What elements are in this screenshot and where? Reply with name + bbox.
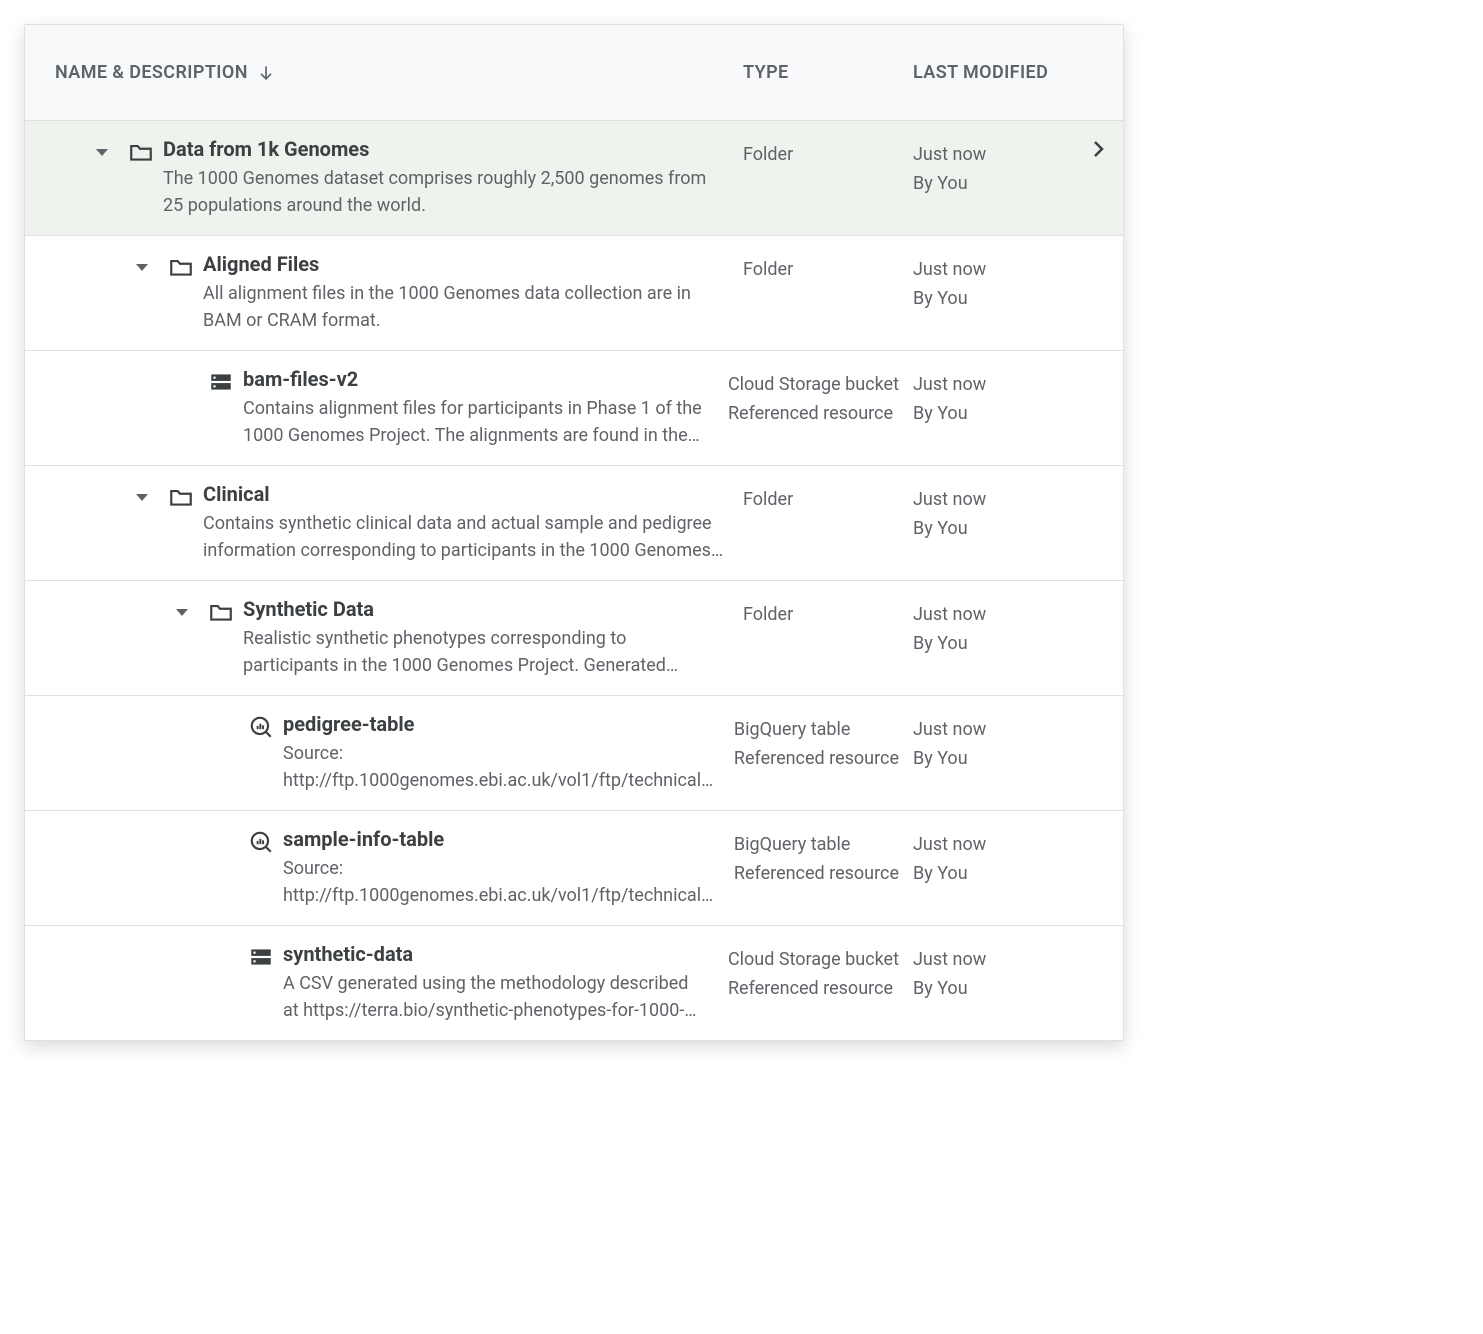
row-type: Cloud Storage bucketReferenced resource — [728, 942, 913, 1004]
row-title: sample-info-table — [283, 827, 714, 851]
bigquery-icon — [248, 714, 274, 740]
row-type-line1: Folder — [743, 601, 899, 630]
row-modified: Just nowBy You — [913, 597, 1073, 659]
table-header: NAME & DESCRIPTION TYPE LAST MODIFIED — [25, 25, 1123, 121]
row-type: BigQuery tableReferenced resource — [734, 712, 913, 774]
row-modified: Just nowBy You — [913, 482, 1073, 544]
row-title: pedigree-table — [283, 712, 714, 736]
row-description: Contains synthetic clinical data and act… — [203, 510, 723, 564]
row-title: Clinical — [203, 482, 723, 506]
row-title: Data from 1k Genomes — [163, 137, 723, 161]
row-modified-by: By You — [913, 860, 1073, 889]
row-type-line1: Folder — [743, 486, 899, 515]
column-header-name[interactable]: NAME & DESCRIPTION — [25, 62, 743, 83]
table-row[interactable]: Data from 1k Genomes The 1000 Genomes dat… — [25, 121, 1123, 236]
folder-icon — [208, 599, 234, 625]
row-modified-time: Just now — [913, 716, 1073, 745]
folder-icon — [128, 139, 154, 165]
table-row[interactable]: Clinical Contains synthetic clinical data… — [25, 466, 1123, 581]
row-description: All alignment files in the 1000 Genomes … — [203, 280, 723, 334]
row-modified-time: Just now — [913, 256, 1073, 285]
bigquery-icon — [248, 829, 274, 855]
row-modified: Just nowBy You — [913, 367, 1073, 429]
column-header-type-label: TYPE — [743, 62, 789, 83]
row-description: Contains alignment files for participant… — [243, 395, 708, 449]
row-description: Realistic synthetic phenotypes correspon… — [243, 625, 723, 679]
folder-icon — [168, 484, 194, 510]
row-modified: Just nowBy You — [913, 137, 1073, 199]
row-modified-time: Just now — [913, 601, 1073, 630]
column-header-modified-label: LAST MODIFIED — [913, 62, 1048, 83]
sort-descending-icon — [256, 63, 276, 83]
table-row[interactable]: sample-info-table Source: http://ftp.1000… — [25, 811, 1123, 926]
column-header-modified[interactable]: LAST MODIFIED — [913, 62, 1073, 83]
table-body: Data from 1k Genomes The 1000 Genomes dat… — [25, 121, 1123, 1040]
row-type-line1: Folder — [743, 141, 899, 170]
row-modified-time: Just now — [913, 486, 1073, 515]
row-modified-time: Just now — [913, 831, 1073, 860]
row-type-line1: BigQuery table — [734, 831, 899, 860]
expand-caret-icon[interactable] — [96, 149, 108, 156]
expand-caret-icon[interactable] — [136, 264, 148, 271]
row-type: Folder — [743, 137, 913, 170]
row-type-line2: Referenced resource — [734, 860, 899, 889]
row-type-line2: Referenced resource — [734, 745, 899, 774]
resources-table: NAME & DESCRIPTION TYPE LAST MODIFIED Da… — [24, 24, 1124, 1041]
row-title: synthetic-data — [283, 942, 708, 966]
row-type: Folder — [743, 482, 913, 515]
column-header-name-label: NAME & DESCRIPTION — [55, 62, 248, 83]
row-modified: Just nowBy You — [913, 712, 1073, 774]
row-modified-by: By You — [913, 975, 1073, 1004]
row-modified-time: Just now — [913, 141, 1073, 170]
row-type: BigQuery tableReferenced resource — [734, 827, 913, 889]
row-type: Folder — [743, 252, 913, 285]
chevron-right-icon[interactable] — [1086, 137, 1110, 161]
row-modified-by: By You — [913, 745, 1073, 774]
table-row[interactable]: synthetic-data A CSV generated using the … — [25, 926, 1123, 1040]
row-title: Synthetic Data — [243, 597, 723, 621]
row-type: Cloud Storage bucketReferenced resource — [728, 367, 913, 429]
row-description: A CSV generated using the methodology de… — [283, 970, 708, 1024]
row-type-line1: BigQuery table — [734, 716, 899, 745]
expand-caret-icon[interactable] — [136, 494, 148, 501]
column-header-type[interactable]: TYPE — [743, 62, 913, 83]
storage-icon — [208, 369, 234, 395]
table-row[interactable]: pedigree-table Source: http://ftp.1000gen… — [25, 696, 1123, 811]
row-description: The 1000 Genomes dataset comprises rough… — [163, 165, 723, 219]
row-title: bam-files-v2 — [243, 367, 708, 391]
expand-caret-icon[interactable] — [176, 609, 188, 616]
row-type-line1: Cloud Storage bucket — [728, 371, 899, 400]
row-type-line1: Folder — [743, 256, 899, 285]
row-modified-by: By You — [913, 630, 1073, 659]
row-modified: Just nowBy You — [913, 252, 1073, 314]
row-modified-by: By You — [913, 400, 1073, 429]
folder-icon — [168, 254, 194, 280]
table-row[interactable]: Aligned Files All alignment files in the … — [25, 236, 1123, 351]
table-row[interactable]: bam-files-v2 Contains alignment files for… — [25, 351, 1123, 466]
row-modified: Just nowBy You — [913, 942, 1073, 1004]
row-modified-time: Just now — [913, 371, 1073, 400]
storage-icon — [248, 944, 274, 970]
row-modified-by: By You — [913, 515, 1073, 544]
row-modified: Just nowBy You — [913, 827, 1073, 889]
row-type-line2: Referenced resource — [728, 400, 899, 429]
row-description: Source: http://ftp.1000genomes.ebi.ac.uk… — [283, 855, 714, 909]
row-type: Folder — [743, 597, 913, 630]
row-type-line1: Cloud Storage bucket — [728, 946, 899, 975]
table-row[interactable]: Synthetic Data Realistic synthetic phenot… — [25, 581, 1123, 696]
row-title: Aligned Files — [203, 252, 723, 276]
row-type-line2: Referenced resource — [728, 975, 899, 1004]
row-modified-by: By You — [913, 170, 1073, 199]
row-modified-by: By You — [913, 285, 1073, 314]
row-description: Source: http://ftp.1000genomes.ebi.ac.uk… — [283, 740, 714, 794]
row-modified-time: Just now — [913, 946, 1073, 975]
